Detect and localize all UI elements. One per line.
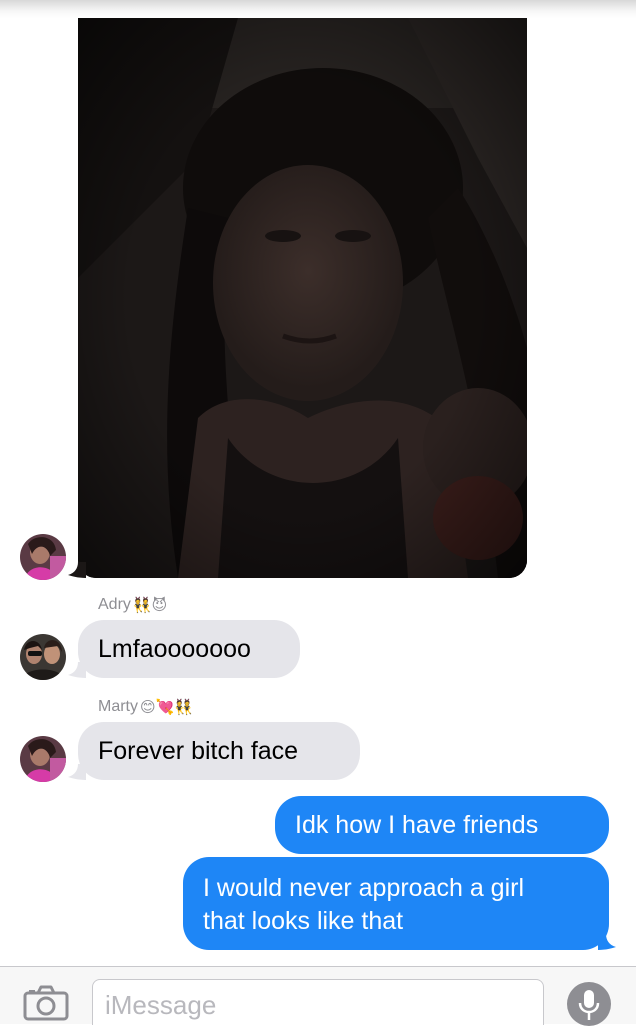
avatar-icon xyxy=(20,634,66,680)
message-text: Idk how I have friends xyxy=(295,811,539,839)
message-text: Forever bitch face xyxy=(98,737,299,765)
message-bubble-outgoing[interactable]: I would never approach a girl that looks… xyxy=(183,857,609,950)
sender-name-marty: Marty 😊💘👯 xyxy=(98,696,193,718)
message-bubble-incoming[interactable]: Lmfaooooooo xyxy=(78,620,300,678)
message-text-line: that looks like that xyxy=(203,907,404,935)
camera-icon xyxy=(23,985,69,1021)
message-text-line: I would never approach a girl xyxy=(203,874,525,902)
message-text: Lmfaooooooo xyxy=(98,635,251,663)
avatar[interactable] xyxy=(20,534,66,580)
bubble-tail xyxy=(68,764,86,780)
camera-button[interactable] xyxy=(22,983,70,1021)
avatar[interactable] xyxy=(20,736,66,782)
photo-image xyxy=(78,18,527,578)
sender-emoji: 👯😈 xyxy=(132,595,168,614)
photo-message[interactable] xyxy=(78,18,527,578)
bubble-tail xyxy=(68,662,86,678)
message-bubble-incoming[interactable]: Forever bitch face xyxy=(78,722,360,780)
status-bar-fade xyxy=(0,0,636,18)
sender-emoji: 😊💘👯 xyxy=(140,697,193,716)
sender-label: Marty xyxy=(98,698,138,715)
message-bubble-outgoing[interactable]: Idk how I have friends xyxy=(275,796,609,854)
sender-name-adry: Adry 👯😈 xyxy=(98,594,167,616)
avatar[interactable] xyxy=(20,634,66,680)
microphone-icon xyxy=(578,990,600,1020)
microphone-button[interactable] xyxy=(567,982,611,1026)
photo-bubble-tail xyxy=(68,562,86,578)
message-input[interactable] xyxy=(92,979,544,1025)
bubble-tail xyxy=(598,934,616,950)
sender-label: Adry xyxy=(98,596,131,613)
avatar-icon xyxy=(20,736,66,782)
input-bar xyxy=(0,966,636,1025)
avatar-icon xyxy=(20,534,66,580)
